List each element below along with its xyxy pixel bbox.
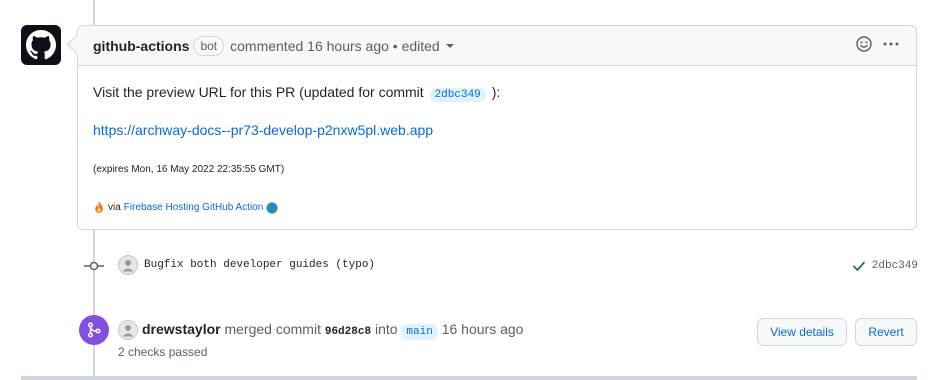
merge-commit-sha[interactable]: 96d28c8 <box>325 326 371 338</box>
commit-row: Bugfix both developer guides (typo) 2dbc… <box>84 255 918 277</box>
globe-icon <box>266 202 278 213</box>
target-branch[interactable]: main <box>401 324 438 340</box>
bottom-divider <box>21 376 917 380</box>
check-icon[interactable] <box>852 259 866 273</box>
preview-url-link[interactable]: https://archway-docs--pr73-develop-p2nxw… <box>93 122 433 138</box>
user-avatar-icon <box>122 260 134 272</box>
fire-icon <box>95 201 103 213</box>
expires-text: (expires Mon, 16 May 2022 22:35:55 GMT) <box>93 164 285 175</box>
checks-status: 2 checks passed <box>118 345 208 359</box>
revert-button[interactable]: Revert <box>855 318 917 346</box>
github-actions-avatar[interactable] <box>21 25 61 65</box>
firebase-action-link[interactable]: Firebase Hosting GitHub Action <box>124 202 264 213</box>
via-prefix: via <box>108 202 121 213</box>
commit-author-avatar[interactable] <box>118 255 138 275</box>
merge-event: drewstaylor merged commit 96d28c8 into m… <box>142 321 523 340</box>
preview-intro: Visit the preview URL for this PR (updat… <box>93 84 500 102</box>
merge-user[interactable]: drewstaylor <box>142 321 221 337</box>
preview-intro-text: Visit the preview URL for this PR (updat… <box>93 84 424 100</box>
commit-message[interactable]: Bugfix both developer guides (typo) <box>144 259 375 271</box>
view-details-button[interactable]: View details <box>757 318 847 346</box>
commit-link[interactable]: 2dbc349 <box>429 88 486 102</box>
preview-intro-suffix: ): <box>491 84 501 100</box>
git-commit-icon <box>84 261 104 271</box>
commit-status: 2dbc349 <box>852 259 918 273</box>
git-merge-icon <box>87 322 101 338</box>
commit-sha-link[interactable]: 2dbc349 <box>872 260 918 272</box>
comment-box: github-actions bot commented 16 hours ag… <box>77 25 917 230</box>
via-line: via Firebase Hosting GitHub Action <box>93 201 278 214</box>
github-logo-icon <box>26 30 56 60</box>
merge-badge <box>79 315 109 345</box>
smiley-icon[interactable] <box>856 36 872 52</box>
comment-author[interactable]: github-actions <box>93 38 189 54</box>
comment-header: github-actions bot commented 16 hours ag… <box>78 26 916 66</box>
edit-history-dropdown-icon[interactable] <box>445 43 454 48</box>
kebab-menu-icon[interactable] <box>882 36 900 52</box>
merge-user-avatar[interactable] <box>118 320 138 340</box>
merge-time[interactable]: 16 hours ago <box>442 321 524 337</box>
merge-into: into <box>374 321 398 337</box>
bot-badge: bot <box>193 35 225 56</box>
comment-meta[interactable]: commented 16 hours ago • edited <box>230 38 440 54</box>
user-avatar-icon <box>122 325 134 337</box>
merge-action: merged commit <box>224 321 321 337</box>
